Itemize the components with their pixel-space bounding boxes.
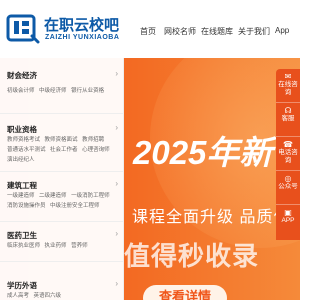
category-title-degree[interactable]: 学历外语 [7,280,37,291]
category-link[interactable]: 一级建造师 [7,191,35,201]
category-link[interactable]: 教师资格考试 [7,135,40,145]
brand-name[interactable]: 在职云校吧 [44,14,119,35]
category-group: 学历外语 › 成人高考 英语四六级 [0,274,124,300]
category-panel: 财会经济 › 初级会计师 中级经济师 银行从业资格 职业资格 › 教师资格考试 … [0,58,124,300]
chevron-right-icon: › [115,279,118,288]
category-link[interactable]: 教师招聘 [82,135,104,145]
customer-service-button[interactable]: ☊ 客服 [276,103,300,137]
category-link[interactable]: 中级经济师 [39,86,67,96]
phone-consult-button[interactable]: ☎ 电话咨询 [276,137,300,171]
category-link[interactable]: 社会工作者 [50,145,78,155]
float-label: APP [281,217,295,224]
category-link[interactable]: 二级建造师 [39,191,67,201]
app-download-button[interactable]: ▣ APP [276,205,300,240]
category-group: 建筑工程 › 一级建造师 二级建造师 一级消防工程师 消防设施操作员 中级注册安… [0,176,124,222]
nav-teachers[interactable]: 网校名师 [164,26,196,37]
nav-home[interactable]: 首页 [140,26,156,37]
category-link[interactable]: 心理咨询师 [82,145,110,155]
category-title-qualification[interactable]: 职业资格 [7,124,37,135]
category-group: 职业资格 › 教师资格考试 教师资格面试 教师招聘 普通话水平测试 社会工作者 … [0,120,124,172]
category-title-medical[interactable]: 医药卫生 [7,230,37,241]
nav-app[interactable]: App [275,26,289,35]
category-link[interactable]: 临床执业医师 [7,241,40,251]
float-label: 客服 [281,115,295,122]
nav-about[interactable]: 关于我们 [238,26,270,37]
category-link[interactable]: 初级会计师 [7,86,35,96]
wechat-account-button[interactable]: ◎ 公众号 [276,171,300,205]
category-title-construction[interactable]: 建筑工程 [7,180,37,191]
phone-icon: ☎ [283,140,293,149]
float-label: 公众号 [278,183,298,190]
category-link[interactable]: 一级消防工程师 [71,191,110,201]
category-link[interactable]: 普通话水平测试 [7,145,46,155]
category-title-finance[interactable]: 财会经济 [7,70,37,81]
category-link[interactable]: 英语四六级 [34,291,62,300]
category-link[interactable]: 中级注册安全工程师 [50,201,100,211]
category-link[interactable]: 执业药师 [45,241,67,251]
category-links: 教师资格考试 教师资格面试 教师招聘 普通话水平测试 社会工作者 心理咨询师 演… [7,135,119,165]
chevron-right-icon: › [115,229,118,238]
category-link[interactable]: 营养师 [71,241,88,251]
chat-icon: ✉ [284,72,292,81]
floating-sidebar: ✉ 在线咨询 ☊ 客服 ☎ 电话咨询 ◎ 公众号 ▣ APP [276,69,300,240]
logo-icon[interactable] [6,12,40,46]
online-consult-button[interactable]: ✉ 在线咨询 [276,69,300,103]
category-links: 成人高考 英语四六级 [7,291,119,300]
brand-name-en: ZAIZHI YUNXIAOBA [45,34,120,41]
category-link[interactable]: 演出经纪人 [7,155,35,165]
chevron-right-icon: › [115,69,118,78]
hero-subtitle: 课程全面升级 品质优学 [132,209,300,226]
watermark-text: 值得秒收录 [124,241,260,271]
float-label: 电话咨询 [278,149,298,164]
app-icon: ▣ [284,208,292,217]
view-details-button[interactable]: 查看详情 [143,285,227,300]
category-group: 财会经济 › 初级会计师 中级经济师 银行从业资格 [0,64,124,114]
chevron-right-icon: › [115,123,118,132]
hero-title: 2025年新课 [133,134,300,171]
chevron-right-icon: › [115,179,118,188]
category-link[interactable]: 银行从业资格 [71,86,104,96]
category-links: 一级建造师 二级建造师 一级消防工程师 消防设施操作员 中级注册安全工程师 [7,191,119,211]
category-links: 初级会计师 中级经济师 银行从业资格 [7,86,119,96]
nav-question-bank[interactable]: 在线题库 [201,26,233,37]
site-header: 在职云校吧 ZAIZHI YUNXIAOBA 首页 网校名师 在线题库 关于我们… [0,0,300,58]
category-link[interactable]: 教师资格面试 [45,135,78,145]
category-links: 临床执业医师 执业药师 营养师 [7,241,119,251]
category-link[interactable]: 消防设施操作员 [7,201,46,211]
float-label: 在线咨询 [278,81,298,96]
wechat-icon: ◎ [284,174,292,183]
headset-icon: ☊ [284,106,292,115]
category-group: 医药卫生 › 临床执业医师 执业药师 营养师 [0,226,124,262]
category-link[interactable]: 成人高考 [7,291,29,300]
